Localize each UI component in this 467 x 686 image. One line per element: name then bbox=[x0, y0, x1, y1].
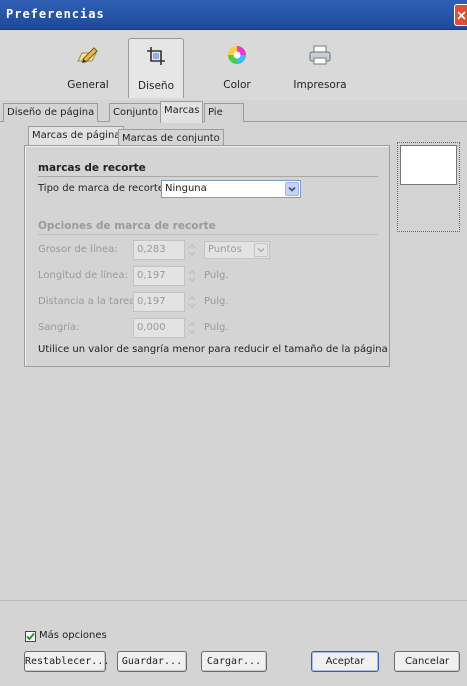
tab-conjunto[interactable]: Conjunto bbox=[109, 103, 162, 122]
page-preview-sheet bbox=[400, 145, 457, 185]
crop-mark-type-select[interactable]: Ninguna bbox=[161, 180, 301, 198]
line-weight-unit-select[interactable]: Puntos bbox=[204, 241, 270, 259]
toolbar-label-color: Color bbox=[223, 79, 251, 91]
toolbar-label-impresora: Impresora bbox=[293, 79, 347, 91]
more-options-checkbox[interactable] bbox=[25, 631, 36, 642]
crop-icon bbox=[145, 45, 167, 70]
line-length-label: Longitud de línea: bbox=[38, 270, 128, 281]
toolbar-item-general[interactable]: General bbox=[53, 38, 123, 98]
reset-button[interactable]: Restablecer... bbox=[24, 651, 109, 672]
toolbar-item-color[interactable]: Color bbox=[205, 38, 269, 98]
tab-diseno-de-pagina[interactable]: Diseño de página bbox=[3, 103, 99, 122]
line-length-stepper[interactable] bbox=[186, 266, 198, 286]
marks-panel: marcas de recorte Tipo de marca de recor… bbox=[24, 145, 390, 367]
pencil-icon bbox=[75, 44, 101, 69]
crop-options-section-title: Opciones de marca de recorte bbox=[38, 220, 216, 232]
toolbar-label-diseno: Diseño bbox=[137, 80, 174, 92]
category-toolbar: General Diseño Color Impresora bbox=[0, 30, 467, 100]
bleed-stepper[interactable] bbox=[186, 318, 198, 338]
line-weight-stepper[interactable] bbox=[186, 240, 198, 260]
crop-mark-type-label: Tipo de marca de recorte: bbox=[38, 183, 168, 194]
line-length-unit: Pulg. bbox=[204, 270, 229, 281]
more-options-label: Más opciones bbox=[39, 630, 107, 641]
window-title: Preferencias bbox=[6, 7, 105, 21]
distance-stepper[interactable] bbox=[186, 292, 198, 312]
toolbar-item-impresora[interactable]: Impresora bbox=[285, 38, 355, 98]
toolbar-item-diseno[interactable]: Diseño bbox=[128, 38, 184, 98]
section-divider bbox=[38, 234, 378, 235]
ok-button[interactable]: Aceptar bbox=[311, 651, 379, 672]
load-button[interactable]: Cargar... bbox=[201, 651, 267, 672]
crop-marks-section-title: marcas de recorte bbox=[38, 162, 146, 174]
checkmark-icon bbox=[26, 632, 35, 641]
bleed-input[interactable]: 0,000 bbox=[133, 318, 185, 338]
subtab-marcas-de-pagina[interactable]: Marcas de página bbox=[28, 126, 125, 147]
printer-icon bbox=[308, 44, 332, 69]
bleed-hint-text: Utilice un valor de sangría menor para r… bbox=[38, 344, 388, 355]
title-bar: Preferencias bbox=[0, 0, 467, 30]
line-weight-label: Grosor de línea: bbox=[38, 244, 118, 255]
tab-pie[interactable]: Pie bbox=[204, 103, 244, 122]
distance-unit: Pulg. bbox=[204, 296, 229, 307]
cancel-button[interactable]: Cancelar bbox=[394, 651, 460, 672]
save-button[interactable]: Guardar... bbox=[117, 651, 187, 672]
close-button[interactable] bbox=[454, 4, 467, 26]
tab-marcas[interactable]: Marcas bbox=[160, 101, 204, 123]
distance-input[interactable]: 0,197 bbox=[133, 292, 185, 312]
line-weight-input[interactable]: 0,283 bbox=[133, 240, 185, 260]
page-preview bbox=[397, 142, 460, 232]
line-weight-unit-value: Puntos bbox=[208, 244, 242, 255]
crop-mark-type-value: Ninguna bbox=[165, 183, 207, 194]
bleed-unit: Pulg. bbox=[204, 322, 229, 333]
bleed-label: Sangría: bbox=[38, 322, 80, 333]
line-length-input[interactable]: 0,197 bbox=[133, 266, 185, 286]
main-tabs: Diseño de página Conjunto Marcas Pie bbox=[0, 100, 467, 123]
close-icon bbox=[457, 11, 466, 20]
chevron-down-icon bbox=[254, 243, 268, 257]
footer bbox=[0, 600, 467, 686]
chevron-down-icon bbox=[285, 182, 299, 196]
section-divider bbox=[38, 176, 378, 177]
distance-label: Distancia a la tarea: bbox=[38, 296, 139, 307]
color-wheel-icon bbox=[226, 44, 248, 69]
toolbar-label-general: General bbox=[67, 79, 109, 91]
